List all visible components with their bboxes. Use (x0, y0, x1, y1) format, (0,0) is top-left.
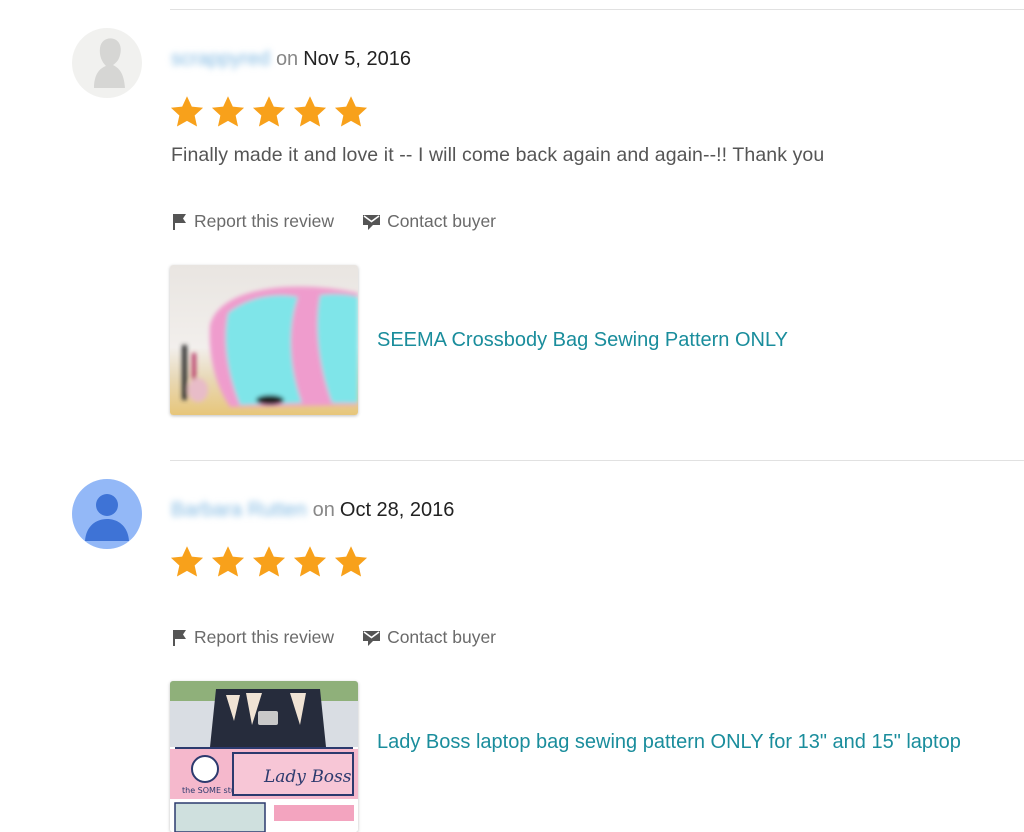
avatar[interactable] (72, 479, 142, 549)
review-header: Barbara Rutten on Oct 28, 2016 (171, 499, 454, 522)
review-actions: Report this review Contact buyer (172, 211, 524, 232)
default-avatar-icon (94, 38, 125, 88)
person-icon (85, 494, 129, 541)
star-icon (293, 546, 327, 577)
report-review-label: Report this review (194, 627, 335, 647)
top-divider (170, 9, 1024, 10)
review-divider (170, 460, 1024, 461)
report-review-button[interactable]: Report this review (172, 627, 334, 648)
review-date: Nov 5, 2016 (303, 48, 412, 70)
contact-buyer-label: Contact buyer (387, 211, 497, 231)
star-icon (170, 546, 204, 577)
seema-bag-photo (170, 265, 358, 415)
message-icon (363, 214, 381, 230)
on-word: on (312, 499, 335, 521)
review-header: scrappyred on Nov 5, 2016 (171, 48, 411, 71)
star-icon (293, 96, 327, 127)
report-review-button[interactable]: Report this review (172, 211, 334, 232)
star-icon (211, 546, 245, 577)
star-icon (170, 96, 204, 127)
report-review-label: Report this review (194, 211, 335, 231)
star-icon (211, 96, 245, 127)
contact-buyer-label: Contact buyer (387, 627, 497, 647)
star-rating (168, 94, 373, 130)
reviewer-name[interactable]: Barbara Rutten (171, 499, 307, 521)
flag-icon (173, 629, 186, 646)
product-link[interactable]: Lady Boss laptop bag sewing pattern ONLY… (377, 728, 977, 757)
star-icon (252, 96, 286, 127)
reviewer-name[interactable]: scrappyred (171, 48, 270, 70)
star-icon (252, 546, 286, 577)
flag-icon (173, 213, 186, 230)
contact-buyer-button[interactable]: Contact buyer (362, 627, 496, 648)
star-icon (334, 96, 368, 127)
contact-buyer-button[interactable]: Contact buyer (362, 211, 496, 232)
star-icon (334, 546, 368, 577)
avatar[interactable] (72, 28, 142, 98)
review-actions: Report this review Contact buyer (172, 627, 524, 648)
star-rating (168, 544, 373, 580)
product-thumbnail[interactable]: the SOME stuff Lady Boss (170, 681, 358, 832)
lady-boss-pattern-cover: the SOME stuff Lady Boss (170, 681, 358, 832)
product-thumbnail[interactable] (170, 265, 358, 415)
product-link[interactable]: SEEMA Crossbody Bag Sewing Pattern ONLY (377, 326, 788, 355)
review-date: Oct 28, 2016 (339, 499, 455, 521)
on-word: on (275, 48, 299, 70)
banner-title: Lady Boss (263, 767, 352, 787)
message-icon (363, 630, 381, 646)
review-text: Finally made it and love it -- I will co… (171, 144, 825, 166)
